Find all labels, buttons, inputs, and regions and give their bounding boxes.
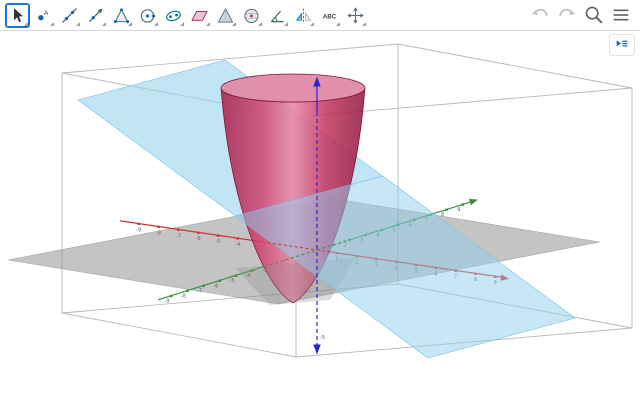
tool-point[interactable]: A — [31, 2, 56, 28]
y-axis-arrow — [468, 198, 478, 206]
toolbar-actions — [528, 3, 635, 27]
tool-reflect[interactable] — [291, 2, 316, 28]
axis-tick-label: -6 — [213, 283, 218, 289]
axis-tick-label: -5 — [216, 239, 221, 245]
tool-circle[interactable] — [135, 2, 160, 28]
axis-tick-label: -9 — [136, 227, 141, 233]
tool-polygon[interactable] — [109, 2, 134, 28]
tool-group-arrow-icon — [180, 21, 184, 26]
tool-plane[interactable] — [187, 2, 212, 28]
tool-group-arrow-icon — [128, 21, 132, 26]
tool-conic[interactable] — [161, 2, 186, 28]
tool-group-arrow-icon — [284, 21, 288, 26]
axis-tick-label: 9 — [457, 207, 460, 213]
tool-group-arrow-icon — [336, 21, 340, 26]
axis-tick-label: -7 — [176, 233, 181, 239]
z-axis-tick-label: -5 — [320, 335, 325, 341]
stylebar-toggle-button[interactable] — [609, 34, 635, 56]
undo-icon — [531, 8, 548, 17]
paraboloid-rim[interactable] — [220, 73, 366, 103]
text-icon-label: ABC — [323, 13, 337, 20]
magnifier-icon — [585, 6, 603, 24]
axis-tick-label: -9 — [165, 299, 170, 305]
3d-graphics-view[interactable]: -9-8-7-6-5-4-3-2-1123456789 -9-8-7-6-5-4… — [0, 0, 640, 400]
axis-tick — [186, 289, 189, 293]
tool-pyramid[interactable] — [213, 2, 238, 28]
axis-tick — [218, 279, 221, 282]
axis-tick — [445, 208, 448, 211]
axis-tick — [197, 231, 200, 234]
tool-move[interactable] — [5, 2, 30, 28]
axis-tick — [216, 234, 220, 237]
axis-tick-label: -5 — [230, 278, 235, 284]
tool-group-arrow-icon — [154, 21, 158, 26]
axis-tick — [234, 274, 238, 277]
tool-special-line[interactable] — [83, 2, 108, 28]
tool-text[interactable]: ABC — [317, 2, 342, 28]
tool-group-arrow-icon — [232, 21, 236, 26]
tool-group-arrow-icon — [76, 21, 80, 26]
z-axis-arrow-down — [313, 344, 321, 355]
axis-tick — [202, 284, 205, 288]
tool-group-arrow-icon — [362, 21, 366, 26]
axis-tick — [177, 228, 180, 231]
axis-tick — [170, 294, 173, 298]
point-icon-letter: A — [44, 10, 49, 17]
axis-tick-label: -8 — [156, 230, 161, 236]
axis-tick-label: -8 — [181, 293, 186, 299]
axis-tick-label: -4 — [235, 242, 240, 248]
style-bar-icon — [616, 40, 628, 47]
tool-group-arrow-icon — [206, 21, 210, 26]
axis-tick — [461, 203, 464, 206]
undo-button[interactable] — [528, 3, 552, 27]
axis-tick — [137, 222, 140, 226]
axis-tick — [157, 225, 160, 229]
geogebra-3d-app: -9-8-7-6-5-4-3-2-1123456789 -9-8-7-6-5-4… — [0, 0, 640, 400]
redo-icon — [559, 8, 576, 17]
menu-icon — [613, 9, 629, 21]
axis-tick — [236, 237, 239, 240]
axis-tick-label: 8 — [441, 212, 444, 218]
tool-group-arrow-icon — [102, 21, 106, 26]
axis-tick-label: -6 — [196, 236, 201, 242]
tool-move-view[interactable] — [343, 2, 368, 28]
tool-sphere[interactable] — [239, 2, 264, 28]
tool-group-arrow-icon — [258, 21, 262, 26]
menu-button[interactable] — [609, 3, 633, 27]
tool-group-arrow-icon — [310, 21, 314, 26]
toolbar: A ABC — [0, 0, 640, 31]
tool-group-arrow-icon — [24, 21, 28, 26]
tool-angle[interactable] — [265, 2, 290, 28]
redo-button[interactable] — [555, 3, 579, 27]
tool-group-arrow-icon — [50, 21, 54, 26]
tool-line[interactable] — [57, 2, 82, 28]
axis-tick-label: -7 — [197, 288, 202, 294]
zoom-button[interactable] — [582, 3, 606, 27]
